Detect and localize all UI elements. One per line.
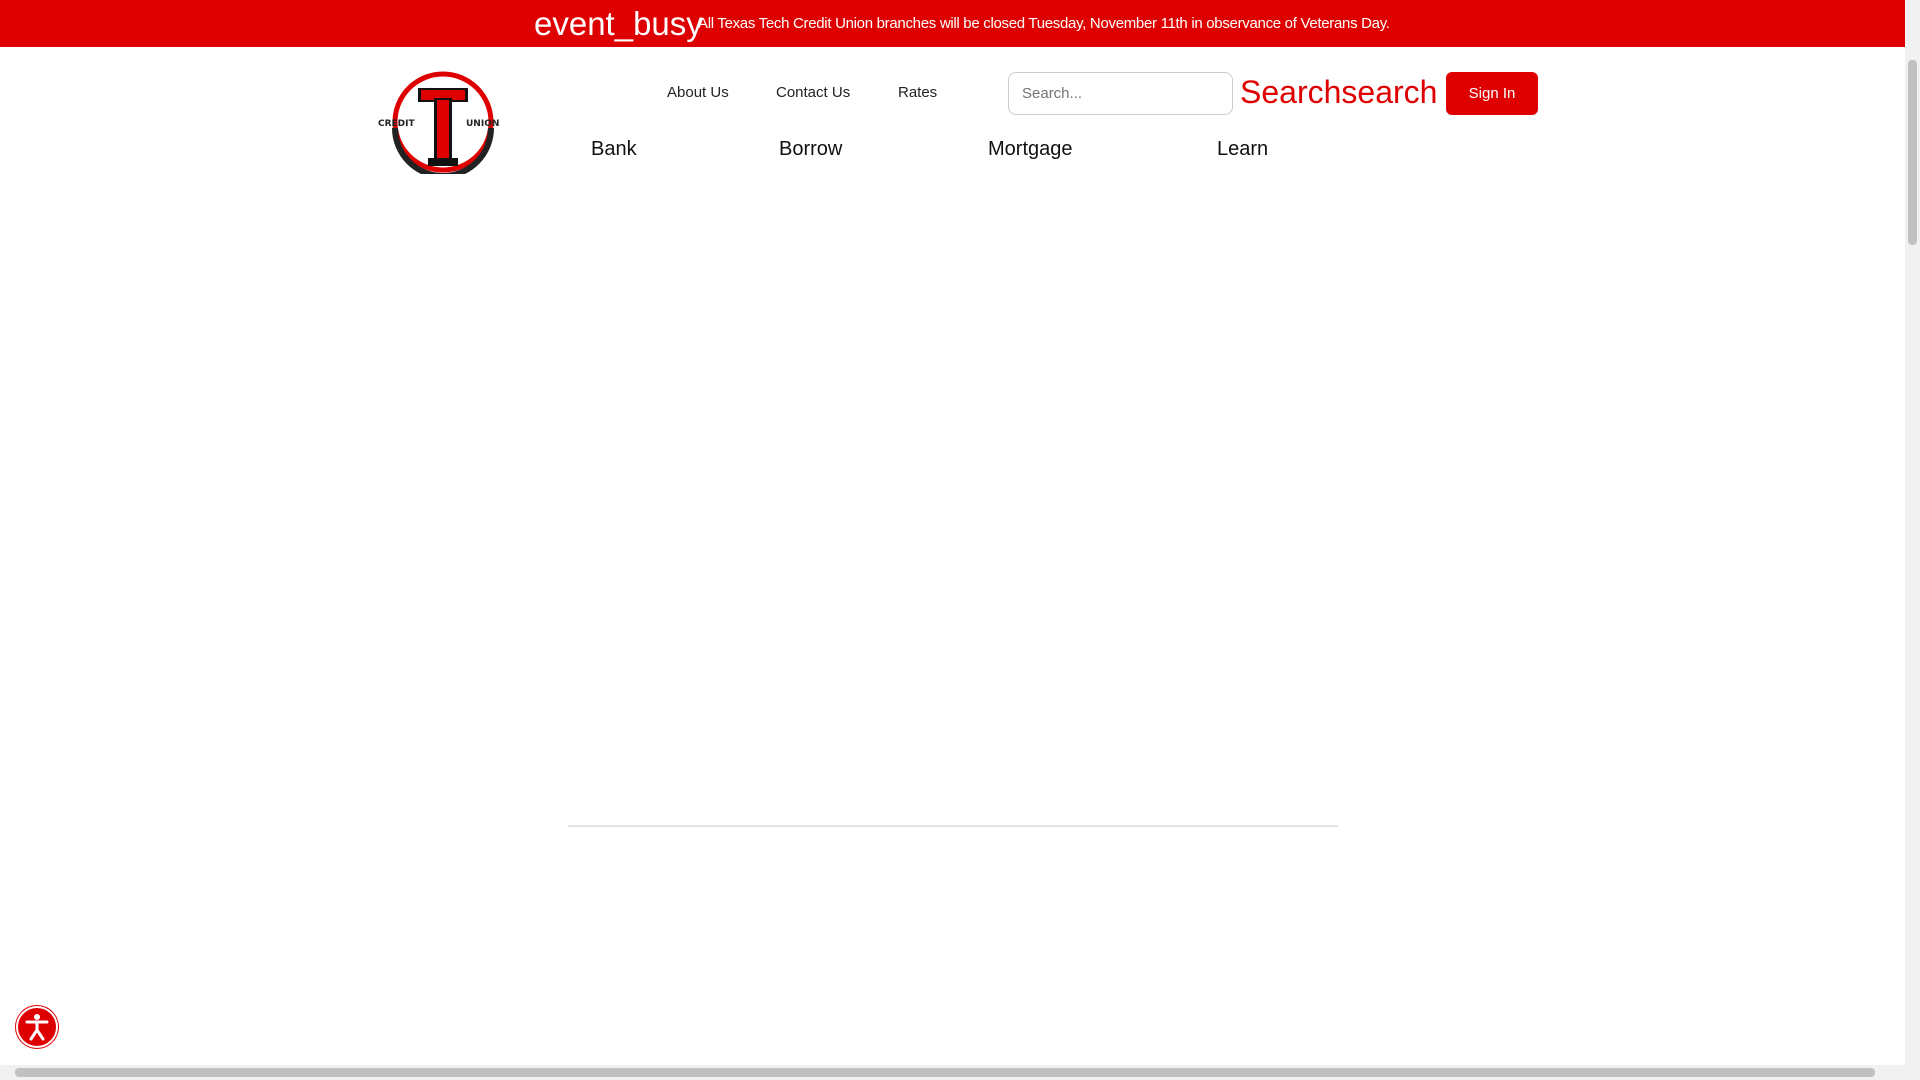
vertical-scrollbar[interactable] [1905, 0, 1920, 1065]
accessibility-icon [25, 1014, 49, 1041]
scrollbar-thumb[interactable] [1908, 60, 1917, 245]
scrollbar-thumb[interactable] [15, 1068, 1875, 1077]
horizontal-scrollbar[interactable] [0, 1065, 1920, 1080]
nav-rates[interactable]: Rates [898, 84, 937, 101]
nav-borrow[interactable]: Borrow [779, 138, 842, 161]
banner-message: All Texas Tech Credit Union branches wil… [698, 15, 1390, 32]
nav-learn[interactable]: Learn [1217, 138, 1268, 161]
nav-contact-us[interactable]: Contact Us [776, 84, 850, 101]
search-button[interactable]: Searchsearch [1240, 74, 1437, 111]
event-busy-icon: event_busy [534, 5, 703, 42]
nav-bank[interactable]: Bank [591, 138, 637, 161]
logo[interactable]: CREDIT UNION [374, 70, 512, 174]
nav-mortgage[interactable]: Mortgage [988, 138, 1073, 161]
logo-text-credit: CREDIT [378, 119, 416, 129]
sign-in-button[interactable]: Sign In [1446, 72, 1538, 115]
divider [568, 825, 1338, 827]
logo-text-union: UNION [466, 119, 499, 129]
alert-banner: event_busy All Texas Tech Credit Union b… [0, 0, 1905, 47]
accessibility-button[interactable] [16, 1006, 58, 1048]
search-input[interactable] [1008, 72, 1233, 115]
nav-about-us[interactable]: About Us [667, 84, 729, 101]
